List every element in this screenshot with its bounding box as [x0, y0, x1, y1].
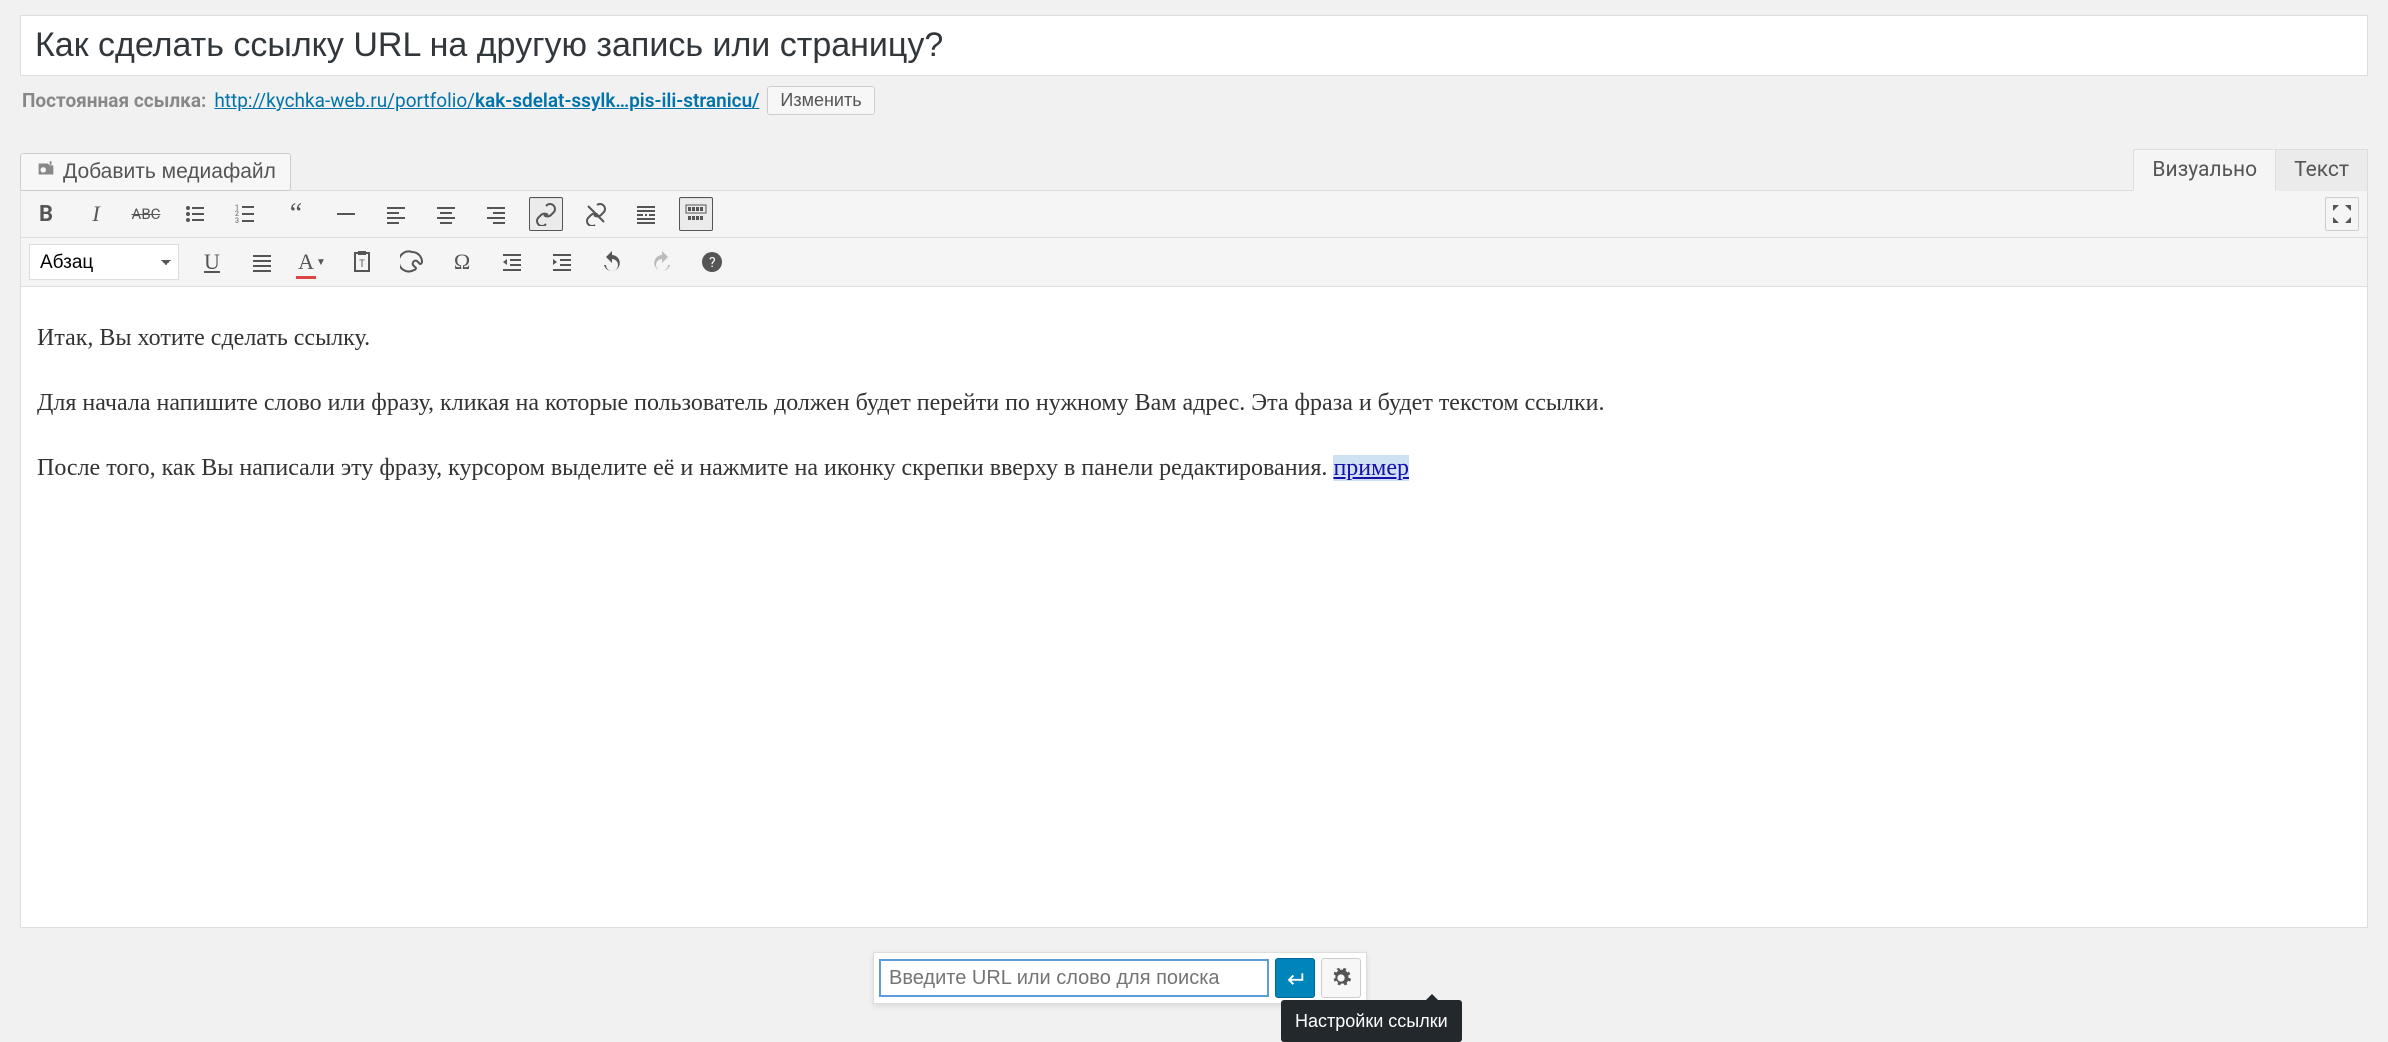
example-link[interactable]: пример: [1333, 455, 1409, 481]
add-media-label: Добавить медиафайл: [63, 160, 276, 184]
editor-tabs: Визуально Текст: [2134, 149, 2368, 191]
content-area[interactable]: Итак, Вы хотите сделать ссылку. Для нача…: [21, 287, 2367, 927]
link-popover: [873, 952, 1367, 1004]
svg-text:3: 3: [235, 217, 239, 225]
help-icon[interactable]: ?: [695, 245, 729, 279]
editor: B I ABC 123 “ Абзац U A▼ T Ω: [20, 190, 2368, 928]
link-url-input[interactable]: [879, 959, 1269, 997]
permalink-row: Постоянная ссылка: http://kychka-web.ru/…: [20, 76, 2368, 125]
tab-text[interactable]: Текст: [2275, 149, 2368, 191]
svg-text:T: T: [359, 259, 365, 270]
align-left-icon[interactable]: [379, 197, 413, 231]
svg-text:?: ?: [709, 255, 716, 271]
align-justify-icon[interactable]: [245, 245, 279, 279]
toolbar-row-1: B I ABC 123 “: [21, 191, 2367, 238]
special-char-icon[interactable]: Ω: [445, 245, 479, 279]
permalink-base: http://kychka-web.ru/portfolio/: [214, 89, 475, 112]
redo-icon[interactable]: [645, 245, 679, 279]
link-icon[interactable]: [529, 197, 563, 231]
link-settings-button[interactable]: [1321, 958, 1361, 998]
text-color-icon[interactable]: A▼: [295, 245, 329, 279]
format-select[interactable]: Абзац: [29, 244, 179, 280]
align-center-icon[interactable]: [429, 197, 463, 231]
paragraph-3: После того, как Вы написали эту фразу, к…: [37, 451, 2351, 486]
permalink-label: Постоянная ссылка:: [22, 89, 206, 112]
indent-icon[interactable]: [545, 245, 579, 279]
camera-music-icon: [35, 158, 57, 186]
enter-arrow-icon: [1284, 967, 1306, 989]
numbered-list-icon[interactable]: 123: [229, 197, 263, 231]
blockquote-icon[interactable]: “: [279, 197, 313, 231]
paragraph-2: Для начала напишите слово или фразу, кли…: [37, 386, 2351, 421]
toolbar-row-2: Абзац U A▼ T Ω ?: [21, 238, 2367, 287]
post-title-input[interactable]: [20, 15, 2368, 76]
hr-icon[interactable]: [329, 197, 363, 231]
read-more-icon[interactable]: [629, 197, 663, 231]
underline-icon[interactable]: U: [195, 245, 229, 279]
link-apply-button[interactable]: [1275, 958, 1315, 998]
permalink-link[interactable]: http://kychka-web.ru/portfolio/kak-sdela…: [214, 89, 759, 112]
tab-visual[interactable]: Визуально: [2133, 149, 2276, 191]
paragraph-3-text: После того, как Вы написали эту фразу, к…: [37, 455, 1333, 481]
bullet-list-icon[interactable]: [179, 197, 213, 231]
edit-permalink-button[interactable]: Изменить: [767, 86, 874, 115]
strikethrough-icon[interactable]: ABC: [129, 197, 163, 231]
undo-icon[interactable]: [595, 245, 629, 279]
align-right-icon[interactable]: [479, 197, 513, 231]
permalink-slug: kak-sdelat-ssylk…pis-ili-stranicu/: [475, 89, 759, 112]
gear-icon: [1330, 967, 1352, 989]
kitchen-sink-icon[interactable]: [679, 197, 713, 231]
clear-formatting-icon[interactable]: [395, 245, 429, 279]
outdent-icon[interactable]: [495, 245, 529, 279]
add-media-button[interactable]: Добавить медиафайл: [20, 153, 291, 191]
paste-text-icon[interactable]: T: [345, 245, 379, 279]
paragraph-1: Итак, Вы хотите сделать ссылку.: [37, 321, 2351, 356]
italic-icon[interactable]: I: [79, 197, 113, 231]
fullscreen-icon[interactable]: [2325, 197, 2359, 231]
unlink-icon[interactable]: [579, 197, 613, 231]
link-settings-tooltip: Настройки ссылки: [1281, 1000, 1462, 1042]
bold-icon[interactable]: B: [29, 197, 63, 231]
